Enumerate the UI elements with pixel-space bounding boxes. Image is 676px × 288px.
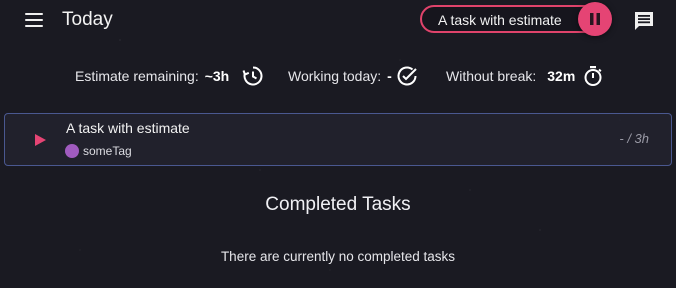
menu-icon[interactable] <box>22 10 46 30</box>
estimate-remaining-label: Estimate remaining: <box>75 68 199 84</box>
task-time-estimate[interactable]: - / 3h <box>619 131 649 146</box>
working-today-label: Working today: <box>288 68 382 84</box>
estimate-remaining: Estimate remaining: ~3h <box>75 66 263 86</box>
clock-history-icon <box>242 66 263 86</box>
notes-button[interactable] <box>632 9 656 33</box>
working-today: Working today: - <box>288 66 417 86</box>
without-break-value: 32m <box>547 68 576 84</box>
task-item[interactable]: A task with estimate someTag - / 3h <box>4 113 672 166</box>
play-icon[interactable] <box>35 134 46 146</box>
clock-check-icon <box>397 66 417 86</box>
notes-icon <box>635 12 653 30</box>
task-title[interactable]: A task with estimate <box>66 120 190 136</box>
current-task-label: A task with estimate <box>438 12 562 28</box>
pause-icon <box>590 13 600 25</box>
completed-tasks-heading: Completed Tasks <box>265 194 411 215</box>
without-break: Without break: 32m <box>446 66 602 86</box>
metrics-bar: Estimate remaining: ~3h Working today: - W… <box>0 64 676 92</box>
tag-color-dot <box>65 144 79 158</box>
working-today-value: - <box>387 68 392 84</box>
completed-empty-message: There are currently no completed tasks <box>220 249 456 264</box>
page-title: Today <box>62 9 113 30</box>
tag-label: someTag <box>83 144 132 158</box>
pause-button[interactable] <box>578 2 612 36</box>
top-bar: Today A task with estimate <box>0 0 676 40</box>
estimate-remaining-value: ~3h <box>204 68 230 84</box>
stopwatch-icon <box>584 66 602 86</box>
without-break-label: Without break: <box>446 68 537 84</box>
